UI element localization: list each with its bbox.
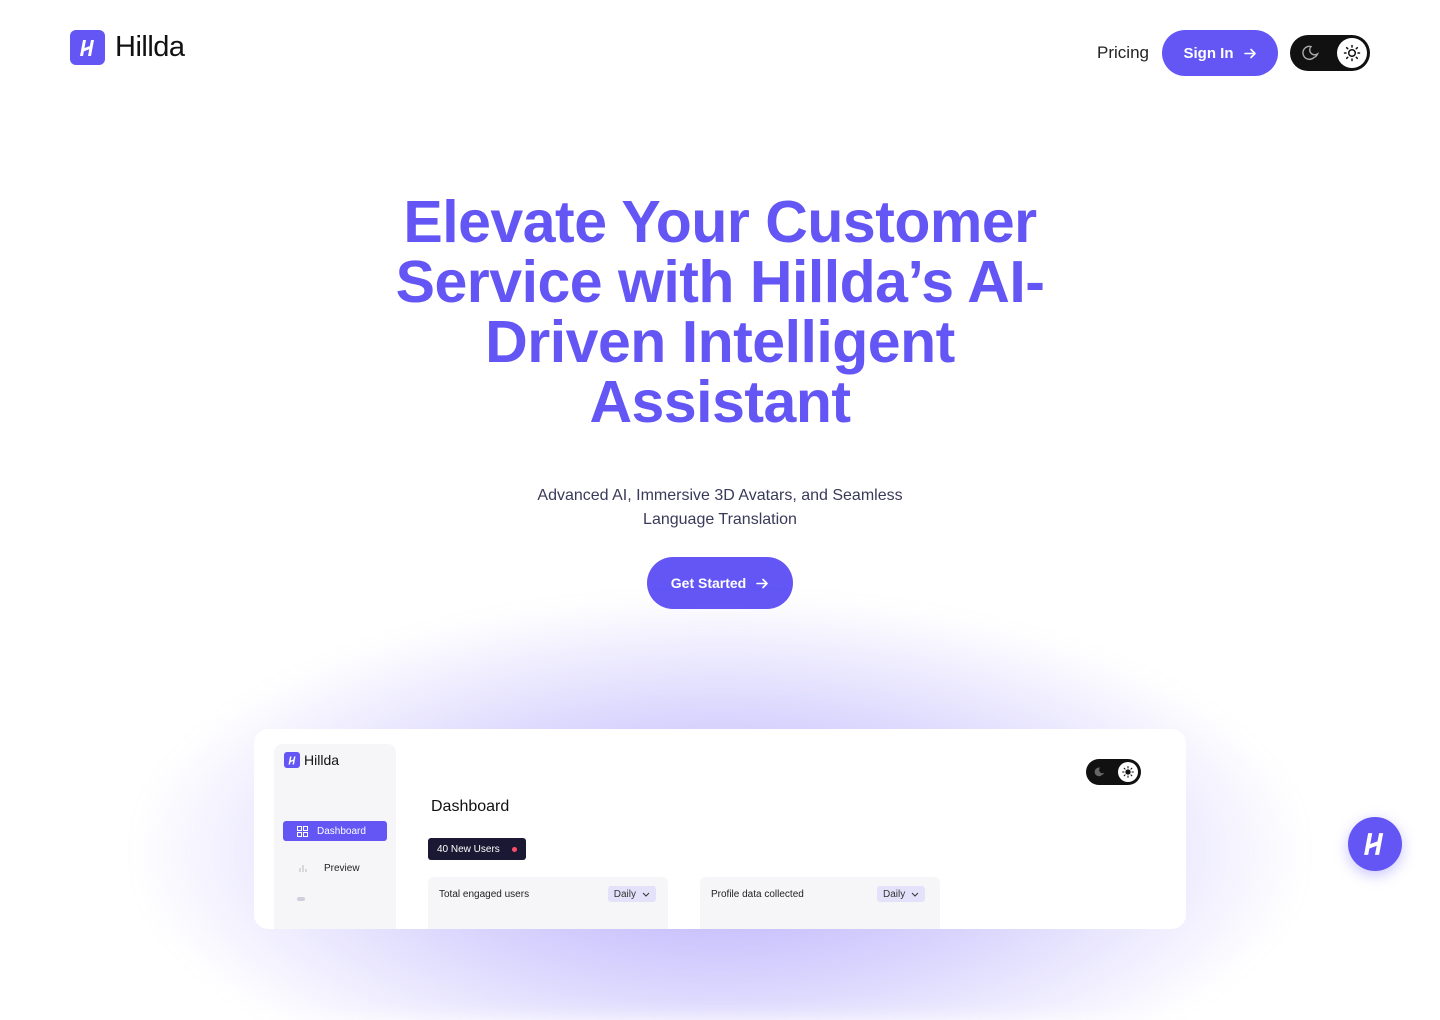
period-value: Daily [613,888,636,900]
stat-card-engaged-users: Total engaged users Daily [428,877,668,929]
moon-icon [1302,45,1320,60]
preview-logo: Hillda [284,752,339,768]
sign-in-button[interactable]: Sign In [1162,30,1278,76]
top-nav: Pricing Sign In [1097,30,1370,76]
sun-icon [1118,762,1138,782]
brand-logo[interactable]: Hillda [70,30,185,65]
chevron-down-icon [911,892,919,897]
sidebar-item-dashboard[interactable]: Dashboard [283,821,387,841]
period-value: Daily [883,888,906,900]
nav-link-pricing[interactable]: Pricing [1097,43,1149,63]
hillda-logo-icon [284,752,300,768]
sidebar-item-label: Dashboard [317,825,366,837]
notification-dot [512,847,517,852]
hero-title: Elevate Your Customer Service with Hilld… [395,189,1045,435]
preview-theme-toggle[interactable] [1086,759,1141,785]
sidebar-item-preview[interactable]: Preview [283,858,387,878]
stat-card-label: Profile data collected [711,889,804,900]
hillda-logo-icon [70,30,105,65]
bar-chart-icon [298,863,310,873]
brand-name: Hillda [115,31,185,63]
hillda-logo-icon [1364,833,1384,855]
chevron-down-icon [642,892,650,897]
get-started-label: Get Started [670,575,747,591]
moon-icon [1094,767,1105,777]
sun-icon [1337,38,1367,68]
dashboard-title: Dashboard [431,798,510,815]
sidebar-item-icon [297,897,305,901]
new-users-badge: 40 New Users [428,838,526,860]
stat-card-label: Total engaged users [439,889,530,900]
arrow-right-icon [756,578,769,588]
arrow-right-icon [1243,48,1256,58]
assistant-chat-button[interactable] [1348,817,1402,871]
stat-card-profile-data: Profile data collected Daily [700,877,940,929]
sidebar-item-label: Preview [324,862,360,874]
theme-toggle[interactable] [1290,35,1370,71]
hero-subtitle: Advanced AI, Immersive 3D Avatars, and S… [537,487,903,528]
dashboard-preview: Hillda Dashboard Preview Dashboard 40 Ne… [254,729,1186,929]
grid-icon [297,825,309,837]
sign-in-label: Sign In [1183,44,1234,62]
preview-brand-name: Hillda [304,752,340,768]
new-users-label: 40 New Users [437,843,500,855]
